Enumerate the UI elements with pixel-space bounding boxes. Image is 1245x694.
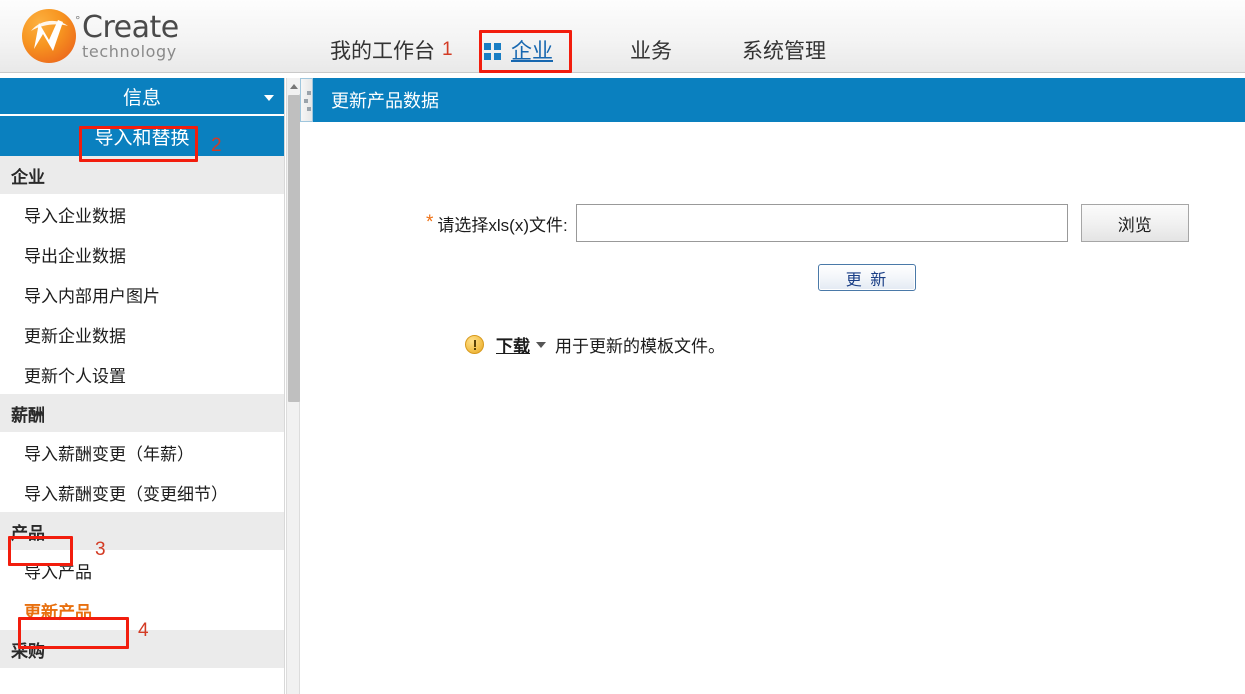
sidebar-item-label: 导入内部用户图片: [24, 286, 160, 306]
sidebar-item-import-salary-change-detail[interactable]: 导入薪酬变更（变更细节）: [0, 472, 284, 512]
sidebar-item-label: 更新企业数据: [24, 326, 126, 346]
registered-mark: °: [75, 13, 81, 27]
file-field-label: 请选择xls(x)文件:: [437, 215, 568, 235]
sidebar-item-import-product[interactable]: 导入产品: [0, 550, 284, 590]
logo-brand-name: Create: [82, 9, 179, 45]
sidebar-item-label: 导入薪酬变更（年薪）: [24, 444, 194, 464]
grid-icon: [484, 42, 501, 60]
download-template-link[interactable]: 下载: [496, 332, 530, 357]
sidebar-section-purchasing-label: 采购: [11, 641, 45, 661]
required-asterisk-icon: *: [426, 212, 434, 233]
sidebar-item-update-personal-settings[interactable]: 更新个人设置: [0, 354, 284, 394]
sidebar-scrollbar[interactable]: [286, 78, 300, 694]
scrollbar-thumb[interactable]: [288, 95, 300, 402]
sidebar-section-product-label: 产品: [11, 523, 45, 543]
sidebar-header-info[interactable]: 信息: [0, 78, 284, 116]
content-header: 更新产品数据: [313, 78, 1245, 122]
browse-button[interactable]: 浏览: [1080, 204, 1189, 242]
template-download-row: 下载 用于更新的模板文件。: [465, 332, 725, 357]
sidebar-item-label: 导入产品: [24, 562, 92, 582]
sidebar-section-enterprise: 企业: [0, 156, 284, 194]
update-submit-button[interactable]: 更 新: [818, 264, 916, 291]
nav-item-workbench[interactable]: 我的工作台 1: [330, 34, 453, 66]
sidebar-item-label: 导出企业数据: [24, 246, 126, 266]
nav-item-system-admin[interactable]: 系统管理: [742, 34, 826, 66]
content-body: * 请选择xls(x)文件: 浏览 更 新 下载 用于更新的模板文件。: [313, 122, 1245, 694]
app-logo: ° Create technology: [22, 3, 222, 69]
sidebar-section-compensation: 薪酬: [0, 394, 284, 432]
sidebar-section-product: 产品: [0, 512, 284, 550]
chevron-down-icon[interactable]: [264, 95, 274, 101]
panel-splitter[interactable]: [300, 78, 313, 694]
sidebar-section-compensation-label: 薪酬: [11, 405, 45, 425]
nav-item-workbench-label: 我的工作台: [330, 40, 435, 63]
sidebar-item-label: 导入薪酬变更（变更细节）: [24, 484, 228, 504]
chevron-down-icon[interactable]: [536, 341, 546, 348]
content-panel: 更新产品数据 * 请选择xls(x)文件: 浏览 更 新 下载 用于更新的模板文…: [313, 78, 1245, 694]
logo-swoosh-icon: [31, 20, 68, 51]
page-title: 更新产品数据: [331, 91, 439, 111]
scroll-up-arrow-icon[interactable]: [287, 78, 300, 94]
nav-item-business[interactable]: 业务: [630, 34, 672, 66]
sidebar-item-label: 导入企业数据: [24, 206, 126, 226]
sidebar-item-export-enterprise-data[interactable]: 导出企业数据: [0, 234, 284, 274]
nav-item-enterprise-label: 企业: [511, 40, 553, 63]
nav-item-business-label: 业务: [630, 40, 672, 63]
sidebar-section-enterprise-label: 企业: [11, 167, 45, 187]
warning-exclamation-icon: [465, 335, 484, 354]
nav-item-enterprise[interactable]: 企业: [484, 34, 553, 66]
sidebar: 信息 导入和替换 企业 导入企业数据 导出企业数据 导入内部用户图片 更新企业数…: [0, 78, 285, 694]
download-description: 用于更新的模板文件。: [555, 337, 725, 356]
nav-annotation-1: 1: [442, 39, 453, 60]
top-header-bar: ° Create technology 我的工作台 1 企业 业务 系统管理: [0, 0, 1245, 73]
sidebar-item-import-replace[interactable]: 导入和替换: [0, 116, 284, 156]
logo-wordmark: ° Create: [75, 9, 179, 45]
sidebar-item-import-salary-change-annual[interactable]: 导入薪酬变更（年薪）: [0, 432, 284, 472]
splitter-handle[interactable]: [300, 78, 313, 122]
nav-item-system-admin-label: 系统管理: [742, 40, 826, 63]
sidebar-item-import-internal-user-photos[interactable]: 导入内部用户图片: [0, 274, 284, 314]
sidebar-header-label: 信息: [122, 87, 161, 109]
file-path-input[interactable]: [575, 204, 1068, 242]
sidebar-item-update-enterprise-data[interactable]: 更新企业数据: [0, 314, 284, 354]
sidebar-item-label: 更新产品: [24, 602, 92, 622]
file-select-row: * 请选择xls(x)文件: 浏览: [426, 204, 1189, 242]
sidebar-current-label: 导入和替换: [94, 127, 190, 149]
logo-mark-icon: [22, 9, 76, 63]
sidebar-item-import-enterprise-data[interactable]: 导入企业数据: [0, 194, 284, 234]
logo-tagline: technology: [82, 41, 177, 61]
sidebar-item-label: 更新个人设置: [24, 366, 126, 386]
sidebar-item-update-product[interactable]: 更新产品: [0, 590, 284, 630]
sidebar-section-purchasing: 采购: [0, 630, 284, 668]
